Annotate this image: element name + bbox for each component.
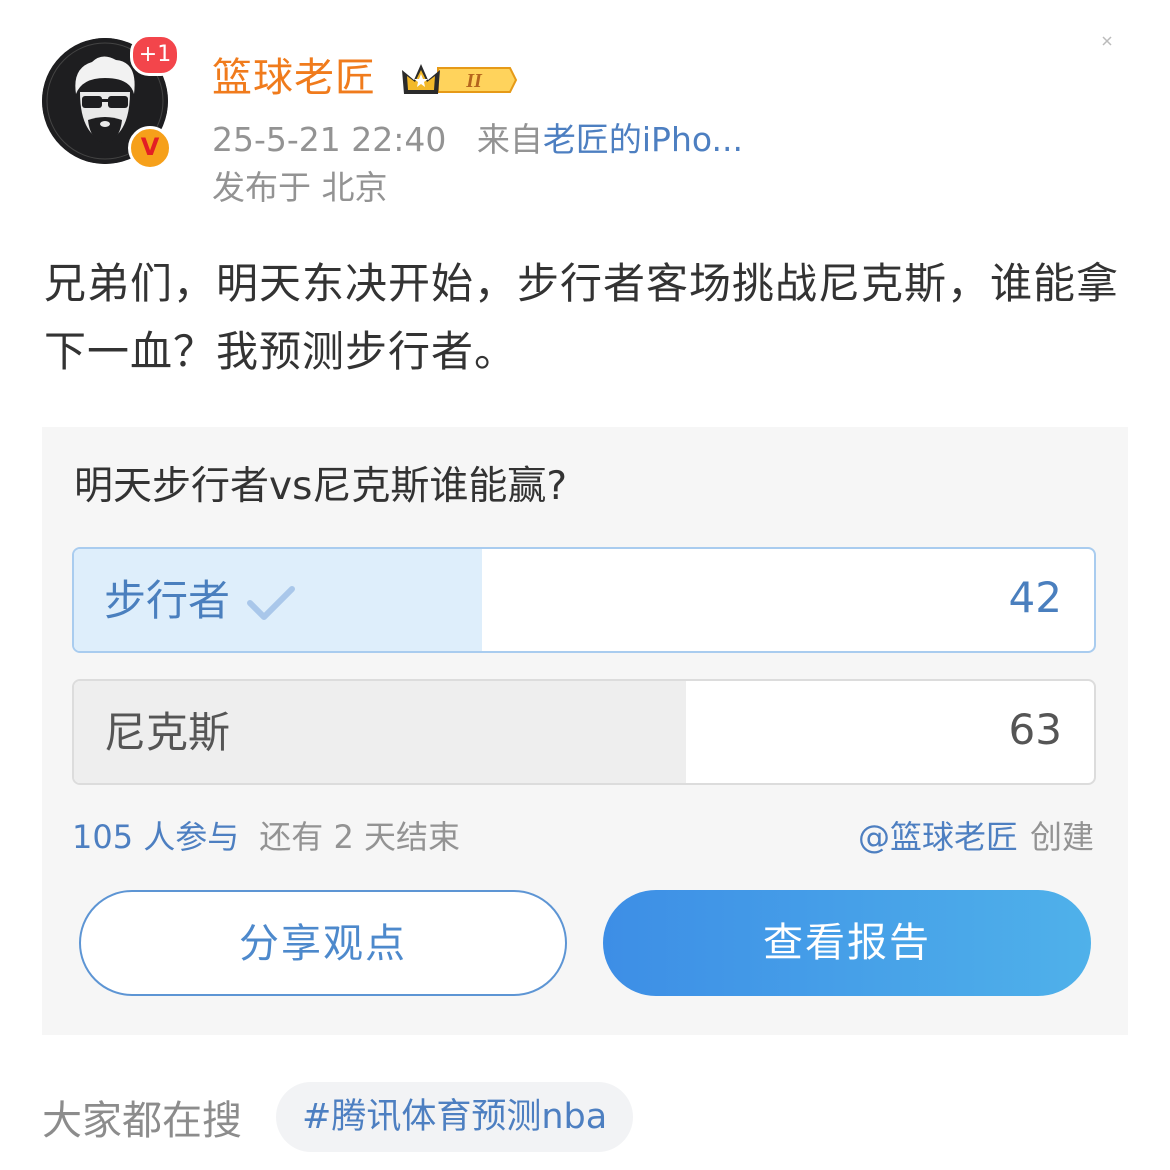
member-crown-badge-icon[interactable]: II bbox=[398, 58, 518, 102]
poll-card: 明天步行者vs尼克斯谁能赢? 步行者 42 尼克斯 63 105 人参与 还有 2… bbox=[42, 427, 1128, 1035]
verified-badge-label: V bbox=[140, 133, 160, 161]
post-time: 25-5-21 22:40 bbox=[212, 120, 447, 159]
source-prefix: 来自 bbox=[476, 120, 543, 159]
trending-hashtag[interactable]: #腾讯体育预测nba bbox=[276, 1082, 634, 1152]
poll-stats: 105 人参与 还有 2 天结束 bbox=[72, 815, 460, 859]
poll-created-label: 创建 bbox=[1029, 818, 1094, 856]
close-icon[interactable] bbox=[1102, 36, 1112, 46]
poll-option-label: 尼克斯 bbox=[104, 708, 231, 757]
verified-badge-icon: V bbox=[128, 126, 172, 170]
username[interactable]: 篮球老匠 bbox=[212, 52, 376, 104]
post-meta: 25-5-21 22:40 来自老匠的iPho... bbox=[212, 118, 743, 162]
poll-option-pacers[interactable]: 步行者 42 bbox=[72, 547, 1096, 653]
poll-participants[interactable]: 105 人参与 bbox=[72, 818, 239, 856]
share-opinion-button[interactable]: 分享观点 bbox=[79, 890, 567, 996]
member-level-label: II bbox=[465, 70, 483, 92]
poll-option-count: 42 bbox=[1008, 573, 1062, 622]
check-icon bbox=[247, 586, 295, 620]
poll-creator-link[interactable]: @篮球老匠 bbox=[858, 818, 1018, 856]
poll-creator: @篮球老匠 创建 bbox=[858, 815, 1094, 859]
poll-option-label: 步行者 bbox=[104, 576, 231, 625]
view-report-button[interactable]: 查看报告 bbox=[603, 890, 1091, 996]
source-link[interactable]: 老匠的iPho... bbox=[543, 120, 743, 159]
trending-search-label: 大家都在搜 bbox=[42, 1098, 242, 1144]
notification-badge: +1 bbox=[130, 34, 180, 76]
poll-option-knicks[interactable]: 尼克斯 63 bbox=[72, 679, 1096, 785]
poll-question: 明天步行者vs尼克斯谁能赢? bbox=[74, 464, 568, 509]
poll-remaining: 还有 2 天结束 bbox=[259, 818, 460, 856]
post-body: 兄弟们，明天东决开始，步行者客场挑战尼克斯，谁能拿下一血？我预测步行者。 bbox=[44, 259, 1120, 376]
post-location: 发布于 北京 bbox=[212, 168, 388, 207]
poll-option-count: 63 bbox=[1008, 705, 1062, 754]
